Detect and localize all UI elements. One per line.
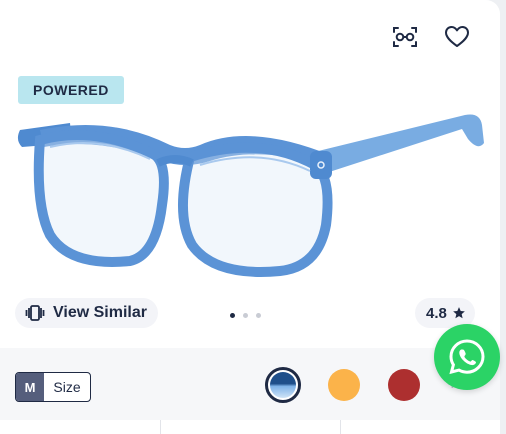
whatsapp-button[interactable] xyxy=(434,324,500,390)
view-similar-label: View Similar xyxy=(53,304,147,321)
pagination-dot[interactable] xyxy=(256,313,261,318)
pagination-dot-active[interactable] xyxy=(230,313,235,318)
pagination-dot[interactable] xyxy=(243,313,248,318)
color-swatch-red[interactable] xyxy=(388,369,420,401)
star-icon xyxy=(453,307,465,319)
footer-strip xyxy=(0,420,500,434)
image-pagination xyxy=(230,313,261,318)
size-label: Size xyxy=(53,379,81,395)
divider xyxy=(340,420,341,434)
color-swatch-blue[interactable] xyxy=(265,367,301,403)
glasses-try-on-icon[interactable] xyxy=(390,22,420,52)
size-chip[interactable]: M Size xyxy=(15,372,91,402)
color-swatch-yellow[interactable] xyxy=(328,369,360,401)
whatsapp-icon xyxy=(449,339,485,375)
options-bar: M Size +15 xyxy=(0,348,500,420)
product-card[interactable]: POWERED View Similar 4.8 M Size xyxy=(0,0,500,434)
rating-value: 4.8 xyxy=(426,304,447,322)
stack-icon xyxy=(25,305,45,321)
divider xyxy=(160,420,161,434)
size-letter: M xyxy=(16,373,44,401)
heart-icon[interactable] xyxy=(442,22,472,52)
top-actions xyxy=(390,22,472,52)
product-image[interactable] xyxy=(10,85,490,285)
view-similar-button[interactable]: View Similar xyxy=(15,298,158,328)
